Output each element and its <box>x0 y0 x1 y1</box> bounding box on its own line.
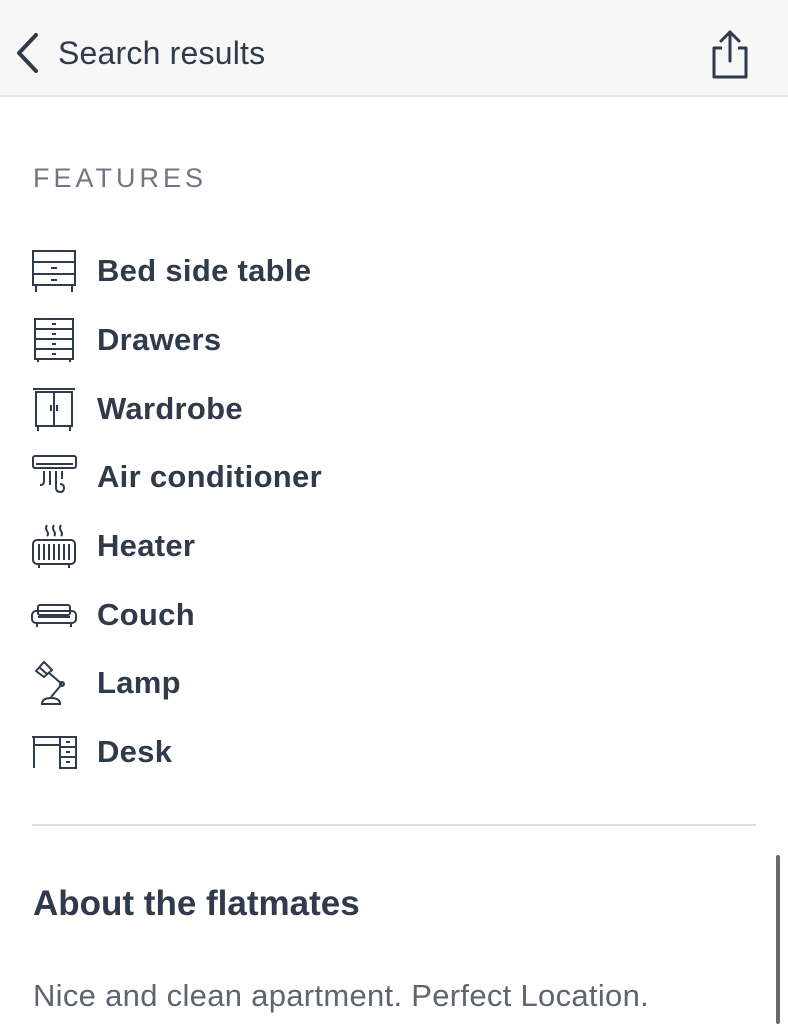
feature-item: Bed side table <box>30 237 322 306</box>
chevron-left-icon <box>14 31 40 75</box>
desk-icon <box>30 726 82 778</box>
couch-icon <box>30 589 82 641</box>
navigation-bar: Search results <box>0 0 788 97</box>
share-button[interactable] <box>706 28 754 80</box>
scrollbar[interactable] <box>776 855 780 1024</box>
bedside-table-icon <box>30 245 82 297</box>
feature-item: Lamp <box>30 649 322 718</box>
feature-label: Bed side table <box>97 253 312 289</box>
feature-item: Couch <box>30 580 322 649</box>
about-description: Nice and clean apartment. Perfect Locati… <box>33 978 650 1013</box>
features-heading: FEATURES <box>33 163 208 193</box>
about-heading: About the flatmates <box>33 884 360 923</box>
feature-label: Wardrobe <box>97 390 243 426</box>
lamp-icon <box>30 657 82 709</box>
air-conditioner-icon <box>30 451 82 503</box>
feature-label: Desk <box>97 734 173 770</box>
feature-label: Drawers <box>97 322 222 358</box>
feature-item: Heater <box>30 512 322 581</box>
section-divider <box>32 824 756 826</box>
wardrobe-icon <box>30 383 82 435</box>
feature-item: Air conditioner <box>30 443 322 512</box>
feature-item: Wardrobe <box>30 374 322 443</box>
back-button-label: Search results <box>58 34 266 71</box>
feature-label: Lamp <box>97 665 181 701</box>
feature-label: Air conditioner <box>97 459 322 495</box>
feature-label: Couch <box>97 596 195 632</box>
heater-icon <box>30 520 82 572</box>
feature-item: Desk <box>30 718 322 787</box>
drawers-icon <box>30 314 82 366</box>
share-icon <box>706 28 754 80</box>
feature-item: Drawers <box>30 306 322 375</box>
back-button[interactable]: Search results <box>14 30 265 76</box>
features-list: Bed side table Drawers Wardrobe Air cond… <box>30 237 322 787</box>
feature-label: Heater <box>97 528 196 564</box>
